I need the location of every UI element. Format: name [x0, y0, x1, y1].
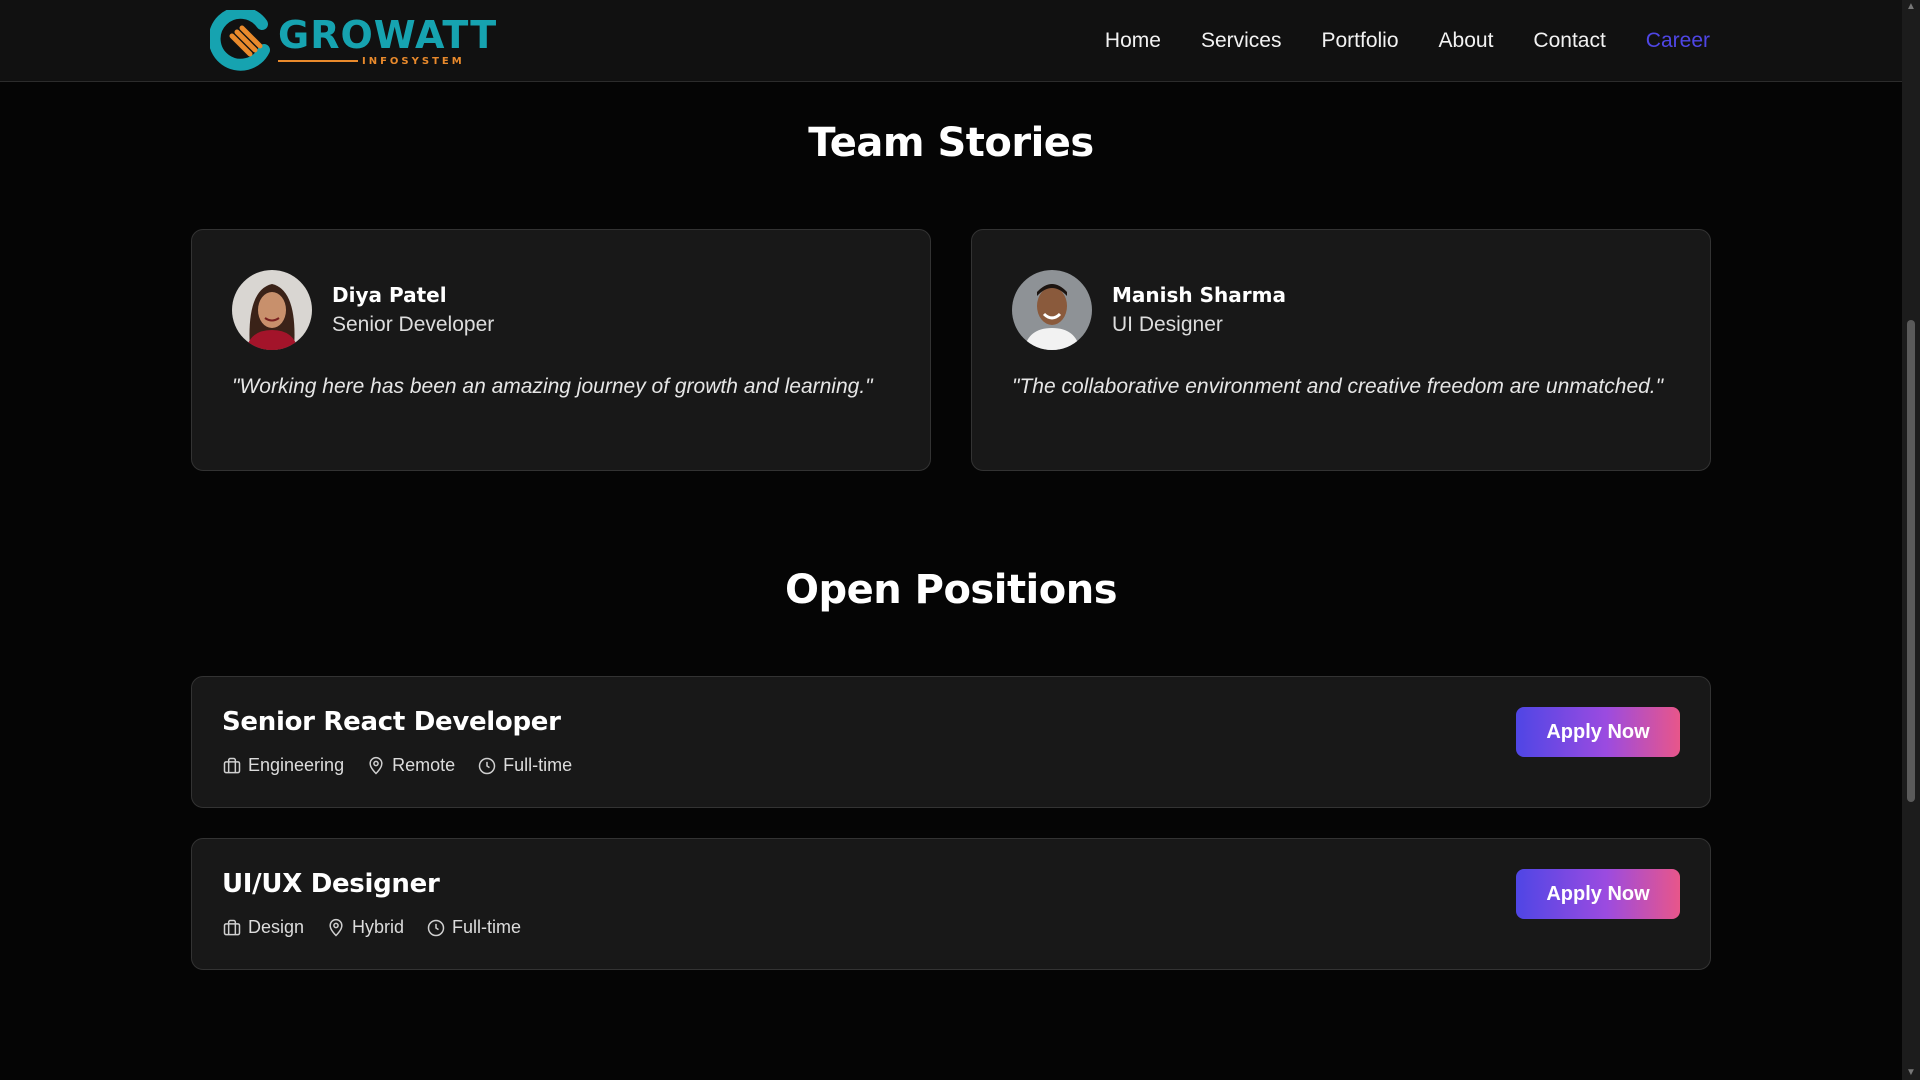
logo-name: GROWATT — [278, 12, 498, 57]
avatar — [232, 270, 312, 350]
page-scrollbar[interactable]: ▲ ▼ — [1902, 0, 1920, 1080]
avatar — [1012, 270, 1092, 350]
job-card: Senior React Developer Engineering Remot… — [191, 676, 1711, 808]
story-name: Manish Sharma — [1112, 283, 1286, 307]
top-navbar: GROWATT INFOSYSTEM Home Services Portfol… — [0, 0, 1902, 82]
briefcase-icon — [223, 757, 241, 773]
job-type: Full-time — [477, 755, 572, 776]
nav-portfolio[interactable]: Portfolio — [1321, 29, 1398, 53]
story-quote: "The collaborative environment and creat… — [1012, 375, 1664, 398]
main-menu: Home Services Portfolio About Contact Ca… — [1105, 0, 1710, 82]
job-meta: Engineering Remote Full-time — [222, 755, 572, 776]
clock-icon — [427, 919, 445, 936]
team-stories-title: Team Stories — [808, 120, 1094, 166]
map-pin-icon — [369, 756, 383, 775]
job-type: Full-time — [426, 917, 521, 938]
scroll-down-icon[interactable]: ▼ — [1906, 1068, 1916, 1078]
story-card: Diya Patel Senior Developer "Working her… — [191, 229, 931, 471]
job-location: Remote — [366, 755, 455, 776]
job-department: Design — [222, 917, 304, 938]
job-type-label: Full-time — [503, 755, 573, 775]
map-pin-icon — [329, 918, 343, 937]
briefcase-icon — [223, 919, 241, 935]
story-quote: "Working here has been an amazing journe… — [232, 375, 873, 398]
nav-services[interactable]: Services — [1201, 29, 1282, 53]
job-location-label: Hybrid — [352, 917, 405, 937]
story-role: UI Designer — [1112, 313, 1223, 336]
logo-subtitle: INFOSYSTEM — [362, 55, 465, 67]
logo-text: GROWATT INFOSYSTEM — [278, 16, 497, 67]
apply-now-button[interactable]: Apply Now — [1516, 869, 1680, 919]
logo-mark-icon — [210, 10, 270, 71]
story-card: Manish Sharma UI Designer "The collabora… — [971, 229, 1711, 471]
job-type-label: Full-time — [452, 917, 522, 937]
job-meta: Design Hybrid Full-time — [222, 917, 521, 938]
nav-home[interactable]: Home — [1105, 29, 1161, 53]
apply-now-button[interactable]: Apply Now — [1516, 707, 1680, 757]
job-location: Hybrid — [326, 917, 404, 938]
scroll-up-icon[interactable]: ▲ — [1906, 2, 1916, 12]
story-role: Senior Developer — [332, 313, 495, 336]
job-title: UI/UX Designer — [222, 869, 440, 899]
scrollbar-thumb[interactable] — [1907, 320, 1915, 802]
story-name: Diya Patel — [332, 283, 447, 307]
nav-about[interactable]: About — [1439, 29, 1494, 53]
job-department-label: Design — [248, 917, 305, 937]
job-title: Senior React Developer — [222, 707, 561, 737]
nav-career[interactable]: Career — [1646, 29, 1710, 53]
job-card: UI/UX Designer Design Hybrid Full-time A… — [191, 838, 1711, 970]
job-department-label: Engineering — [248, 755, 345, 775]
logo-underline — [278, 60, 358, 62]
job-department: Engineering — [222, 755, 344, 776]
open-positions-title: Open Positions — [784, 567, 1118, 613]
clock-icon — [478, 757, 496, 774]
job-location-label: Remote — [392, 755, 456, 775]
nav-contact[interactable]: Contact — [1533, 29, 1605, 53]
brand-logo[interactable]: GROWATT INFOSYSTEM — [210, 8, 497, 74]
